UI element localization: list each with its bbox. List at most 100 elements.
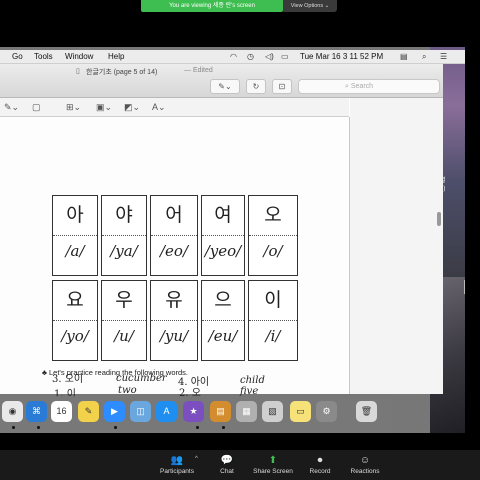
menu-go[interactable]: Go <box>12 50 23 63</box>
toolbar-label: Participants <box>160 468 194 475</box>
menu-window[interactable]: Window <box>65 50 93 63</box>
word-answer-1: two <box>118 385 137 396</box>
mac-dock: ◉ ⌘ 16 ✎ ▶ ◫ A ★ ▤ ▦ ▧ ▭ ⚙ 🗑 <box>0 396 392 433</box>
share-screen-icon: ⬆ <box>268 455 278 466</box>
keynote-icon[interactable]: ▤ <box>210 401 231 422</box>
menubar-clock[interactable]: Tue Mar 16 3 11 52 PM <box>300 50 383 63</box>
card-divider <box>53 320 97 321</box>
record-button[interactable]: ⏺ Record <box>295 450 345 475</box>
dock-running-indicator <box>12 426 15 429</box>
share-screen-button[interactable]: ⬆ Share Screen <box>248 450 298 475</box>
word-answer-3: cucumber <box>116 373 167 384</box>
vowel-card: 으/eu/ <box>201 280 245 361</box>
markup-pen-button[interactable]: ✎⌄ <box>210 79 240 94</box>
flag-icon[interactable]: ▤ <box>400 52 408 61</box>
vowel-hangul: 이 <box>264 289 282 311</box>
record-icon: ⏺ <box>317 455 323 466</box>
vowel-card: 이/i/ <box>248 280 298 361</box>
card-divider <box>202 235 244 236</box>
battery-icon[interactable]: ▭ <box>281 52 289 61</box>
participants-button[interactable]: 👥 Participants <box>152 450 202 475</box>
menu-extra-icon[interactable]: ☰ <box>440 52 447 61</box>
border-color-icon[interactable]: ▣⌄ <box>96 100 112 114</box>
note-tool-icon[interactable]: ▢ <box>32 100 41 114</box>
trash-icon[interactable]: 🗑 <box>356 401 377 422</box>
fill-color-icon[interactable]: ◩⌄ <box>124 100 140 114</box>
vowel-hangul: 요 <box>66 289 84 311</box>
vowel-hangul: 우 <box>115 289 133 311</box>
chrome-icon[interactable]: ◉ <box>2 401 23 422</box>
app-store-icon[interactable]: ⌘ <box>26 401 47 422</box>
reactions-icon: ☺ <box>359 455 371 466</box>
word-answer-4: child <box>240 375 265 386</box>
vowel-card: 유/yu/ <box>150 280 198 361</box>
document-title: 한글기초 (page 5 of 14) <box>86 69 158 76</box>
zoom-icon[interactable]: ▶ <box>104 401 125 422</box>
appstore-icon[interactable]: A <box>156 401 177 422</box>
vowel-romanization: /o/ <box>263 242 283 260</box>
document-icon: ▯ <box>76 68 80 75</box>
dock-running-indicator <box>222 426 225 429</box>
stickies-icon[interactable]: ✎ <box>78 401 99 422</box>
imovie-icon[interactable]: ★ <box>183 401 204 422</box>
participants-caret[interactable]: ^ <box>195 456 198 462</box>
rotate-button[interactable]: ↻ <box>246 79 266 94</box>
menu-help[interactable]: Help <box>108 50 124 63</box>
vowel-hangul: 아 <box>66 204 84 226</box>
vowel-card: 어/eo/ <box>150 195 198 276</box>
system-pref-icon[interactable]: ⚙ <box>316 401 337 422</box>
vowel-hangul: 으 <box>214 289 232 311</box>
vowel-card: 아/a/ <box>52 195 98 276</box>
scrollbar-thumb[interactable] <box>437 212 441 226</box>
calendar-icon[interactable]: 16 <box>51 401 72 422</box>
view-options-button[interactable]: View Options ⌄ <box>283 0 337 12</box>
toolbar-label: Share Screen <box>253 468 293 475</box>
card-divider <box>151 235 197 236</box>
vowel-romanization: /u/ <box>114 327 134 345</box>
time-machine-icon[interactable]: ◷ <box>247 52 254 61</box>
window-titlebar: ▯ 한글기초 (page 5 of 14) — Edited ✎⌄ ↻ ⊡ ⌕ … <box>0 64 443 98</box>
vowel-hangul: 오 <box>264 204 282 226</box>
toolbar-label: Chat <box>220 468 234 475</box>
search-placeholder: Search <box>350 83 374 90</box>
wifi-icon[interactable]: ◠ <box>230 52 237 61</box>
card-divider <box>102 320 146 321</box>
vowel-romanization: /a/ <box>65 242 85 260</box>
vowel-card: 우/u/ <box>101 280 147 361</box>
desktop-file-label: 별 n) <box>440 177 460 193</box>
card-divider <box>249 235 297 236</box>
chat-button[interactable]: 💬 Chat <box>202 450 252 475</box>
vowel-card: 요/yo/ <box>52 280 98 361</box>
card-divider <box>249 320 297 321</box>
notes-icon[interactable]: ▭ <box>290 401 311 422</box>
search-field[interactable]: ⌕ Search <box>298 79 440 94</box>
vowel-hangul: 여 <box>214 204 232 226</box>
word-item-4: 4. 아이 <box>178 377 210 388</box>
vowel-card: 야/ya/ <box>101 195 147 276</box>
spotlight-icon[interactable]: ⌕ <box>422 52 426 61</box>
share-toolbox-button[interactable]: ⊡ <box>272 79 292 94</box>
preview-files-icon[interactable]: ▧ <box>262 401 283 422</box>
volume-icon[interactable]: ◁) <box>265 52 274 61</box>
vowel-romanization: /yo/ <box>61 327 89 345</box>
window-sidebar <box>350 98 443 394</box>
word-item-3: 3. 오이 <box>52 374 84 385</box>
vowel-card: 여/yeo/ <box>201 195 245 276</box>
text-style-icon[interactable]: A⌄ <box>152 100 166 114</box>
pdf-page: 아/a/야/ya/어/eo/여/yeo/오/o/ 요/yo/우/u/유/yu/으… <box>0 117 350 400</box>
zoom-toolbar: 👥 Participants 💬 Chat ⬆ Share Screen ⏺ Record ☺ R… <box>0 450 480 480</box>
sketch-tool-icon[interactable]: ✎⌄ <box>4 100 19 114</box>
photos-icon[interactable]: ▦ <box>236 401 257 422</box>
vowel-romanization: /eu/ <box>208 327 238 345</box>
viewing-banner: You are viewing 세종 란's screen <box>141 0 283 12</box>
preview-icon[interactable]: ◫ <box>130 401 151 422</box>
split-divider[interactable] <box>464 280 465 294</box>
toolbar-label: Record <box>309 468 331 475</box>
reactions-button[interactable]: ☺ Reactions <box>340 450 390 475</box>
dock-running-indicator <box>114 426 117 429</box>
markup-toolbar: ✎⌄ ▢ ⊞⌄ ▣⌄ ◩⌄ A⌄ <box>0 98 349 117</box>
shape-style-icon[interactable]: ⊞⌄ <box>66 100 81 114</box>
edited-status: — Edited <box>184 67 213 74</box>
vowel-romanization: /yu/ <box>159 327 189 345</box>
menu-tools[interactable]: Tools <box>34 50 53 63</box>
